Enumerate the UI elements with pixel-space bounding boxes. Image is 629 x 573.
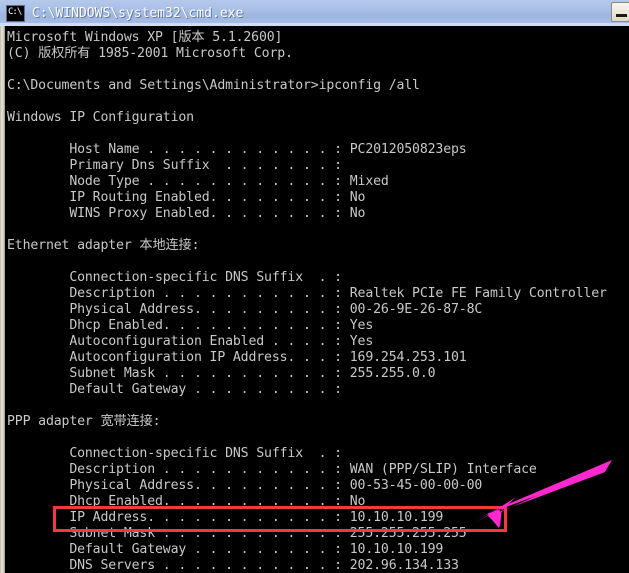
console-line: Default Gateway . . . . . . . . . : 10.1…: [7, 542, 444, 557]
console-line: Autoconfiguration Enabled . . . . : Yes: [7, 334, 374, 349]
console-line: Node Type . . . . . . . . . . . . : Mixe…: [7, 174, 389, 189]
console-line: Host Name . . . . . . . . . . . . : PC20…: [7, 142, 467, 157]
console-line: Ethernet adapter 本地连接:: [7, 238, 200, 253]
console-line: Physical Address. . . . . . . . . : 00-2…: [7, 302, 483, 317]
console-line: Connection-specific DNS Suffix . :: [7, 270, 342, 285]
console-line: Description . . . . . . . . . . . : WAN …: [7, 462, 537, 477]
console-line: Microsoft Windows XP [版本 5.1.2600]: [7, 30, 283, 45]
console-line: Subnet Mask . . . . . . . . . . . : 255.…: [7, 526, 467, 541]
console-line: Primary Dns Suffix . . . . . . . :: [7, 158, 342, 173]
console-line: PPP adapter 宽带连接:: [7, 414, 161, 429]
cmd-console-icon-label: C:\: [8, 6, 22, 17]
minimize-button[interactable]: [611, 2, 629, 22]
console-line: Description . . . . . . . . . . . : Real…: [7, 286, 607, 301]
console-line: WINS Proxy Enabled. . . . . . . . : No: [7, 206, 366, 221]
console-line: C:\Documents and Settings\Administrator>…: [7, 78, 420, 93]
window-controls: [611, 2, 629, 22]
console-text-lines: Microsoft Windows XP [版本 5.1.2600] (C) 版权…: [5, 30, 629, 573]
console-line: Physical Address. . . . . . . . . : 00-5…: [7, 478, 483, 493]
console-line: IP Address. . . . . . . . . . . . : 10.1…: [7, 510, 444, 525]
minimize-icon: [616, 14, 627, 17]
console-line: Autoconfiguration IP Address. . . : 169.…: [7, 350, 467, 365]
window-title: C:\WINDOWS\system32\cmd.exe: [32, 5, 244, 21]
console-line: Dhcp Enabled. . . . . . . . . . . : No: [7, 494, 366, 509]
console-line: Connection-specific DNS Suffix . :: [7, 446, 342, 461]
console-output-area[interactable]: Microsoft Windows XP [版本 5.1.2600] (C) 版权…: [5, 26, 629, 573]
console-line: DNS Servers . . . . . . . . . . . : 202.…: [7, 558, 459, 573]
console-line: IP Routing Enabled. . . . . . . . : No: [7, 190, 366, 205]
cmd-window: C:\ C:\WINDOWS\system32\cmd.exe Microsof…: [0, 0, 629, 573]
console-line: Windows IP Configuration: [7, 110, 194, 125]
console-line: Default Gateway . . . . . . . . . :: [7, 382, 342, 397]
console-line: Dhcp Enabled. . . . . . . . . . . : Yes: [7, 318, 374, 333]
console-line: (C) 版权所有 1985-2001 Microsoft Corp.: [7, 46, 293, 61]
window-titlebar[interactable]: C:\ C:\WINDOWS\system32\cmd.exe: [0, 0, 629, 26]
console-line: Subnet Mask . . . . . . . . . . . : 255.…: [7, 366, 436, 381]
cmd-console-icon: C:\: [6, 4, 25, 22]
